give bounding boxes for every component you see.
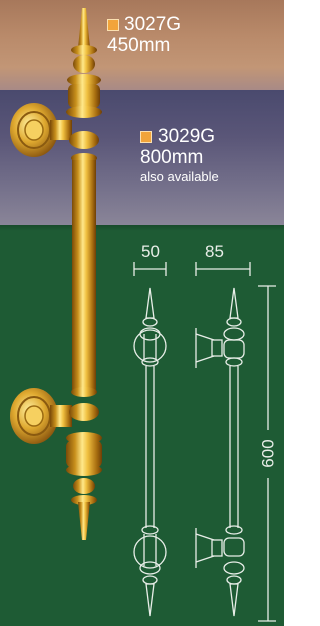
color-swatch-3027g (107, 19, 119, 31)
front-view-drawing (133, 287, 167, 617)
dimension-label-85: 85 (205, 242, 224, 261)
side-view-drawing (195, 287, 245, 617)
dimension-label-600: 600 (258, 439, 278, 468)
dimension-line-85 (195, 262, 251, 276)
technical-drawing (133, 262, 276, 622)
product-size-3027g: 450mm (107, 35, 171, 56)
product-sheet: 3027G 450mm 3029G 800mm also available 5… (0, 0, 284, 626)
color-swatch-3029g (140, 131, 152, 143)
product-code-3027g: 3027G (124, 14, 182, 35)
product-size-3029g: 800mm (140, 147, 204, 168)
product-code-3029g: 3029G (158, 126, 216, 147)
availability-note: also available (140, 169, 219, 184)
dimension-line-50 (133, 262, 167, 276)
dimension-label-50: 50 (141, 242, 160, 261)
